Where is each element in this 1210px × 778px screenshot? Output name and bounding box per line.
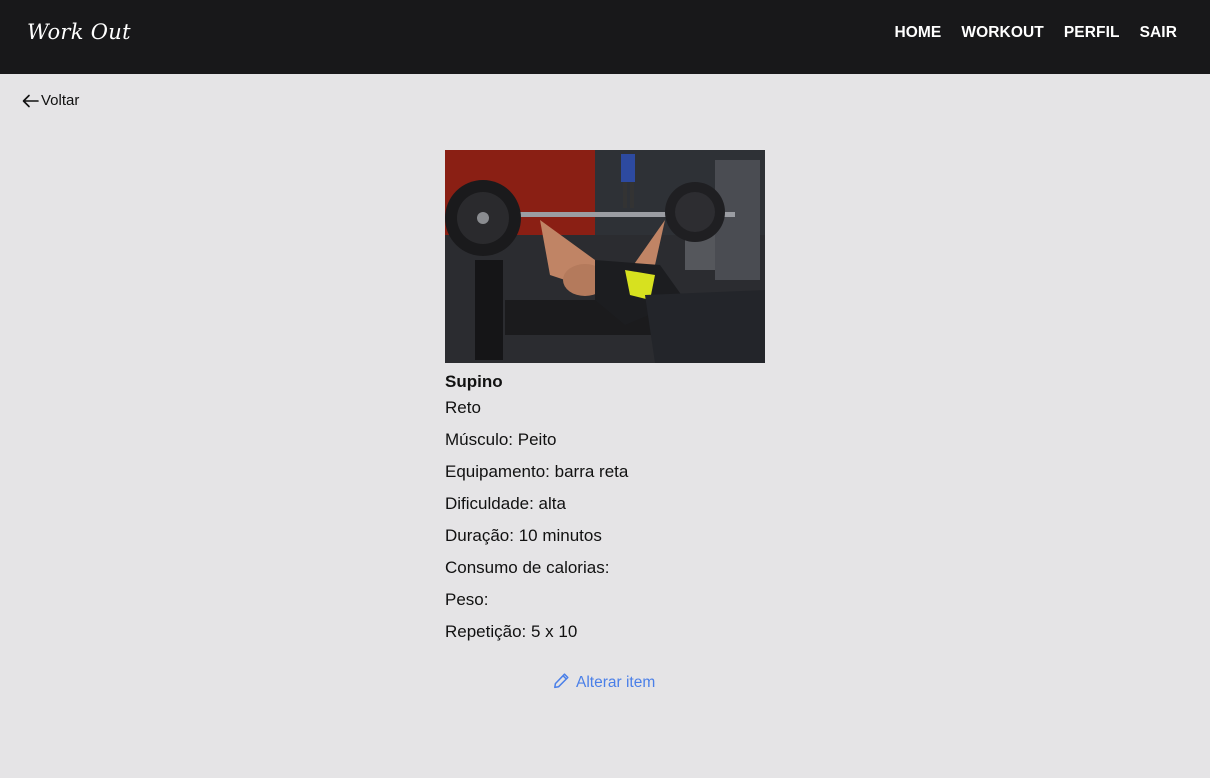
nav-home[interactable]: HOME [894,24,941,42]
edit-item-label: Alterar item [576,674,656,691]
nav-perfil[interactable]: PERFIL [1064,24,1120,42]
back-link[interactable]: Voltar [22,92,79,109]
nav-sair[interactable]: SAIR [1140,24,1177,42]
exercise-title: Supino [445,372,503,391]
nav-workout[interactable]: WORKOUT [961,24,1044,42]
exercise-image [445,150,765,363]
detail-calories: Consumo de calorias: [445,558,610,577]
pencil-icon [553,672,570,694]
edit-item-link[interactable]: Alterar item [553,672,655,694]
detail-difficulty: Dificuldade: alta [445,494,566,513]
top-navbar: Work Out HOME WORKOUT PERFIL SAIR [0,0,1210,74]
brand-logo[interactable]: Work Out [27,20,131,44]
detail-duration: Duração: 10 minutos [445,526,602,545]
detail-muscle: Músculo: Peito [445,430,557,449]
detail-repetition: Repetição: 5 x 10 [445,622,578,641]
detail-equipment: Equipamento: barra reta [445,462,629,481]
exercise-detail: Supino Reto Músculo: Peito Equipamento: … [445,150,765,648]
main-nav: HOME WORKOUT PERFIL SAIR [894,24,1177,42]
back-label: Voltar [41,92,80,109]
exercise-subtitle: Reto [445,398,481,417]
arrow-left-icon [22,94,39,108]
detail-weight: Peso: [445,590,489,609]
